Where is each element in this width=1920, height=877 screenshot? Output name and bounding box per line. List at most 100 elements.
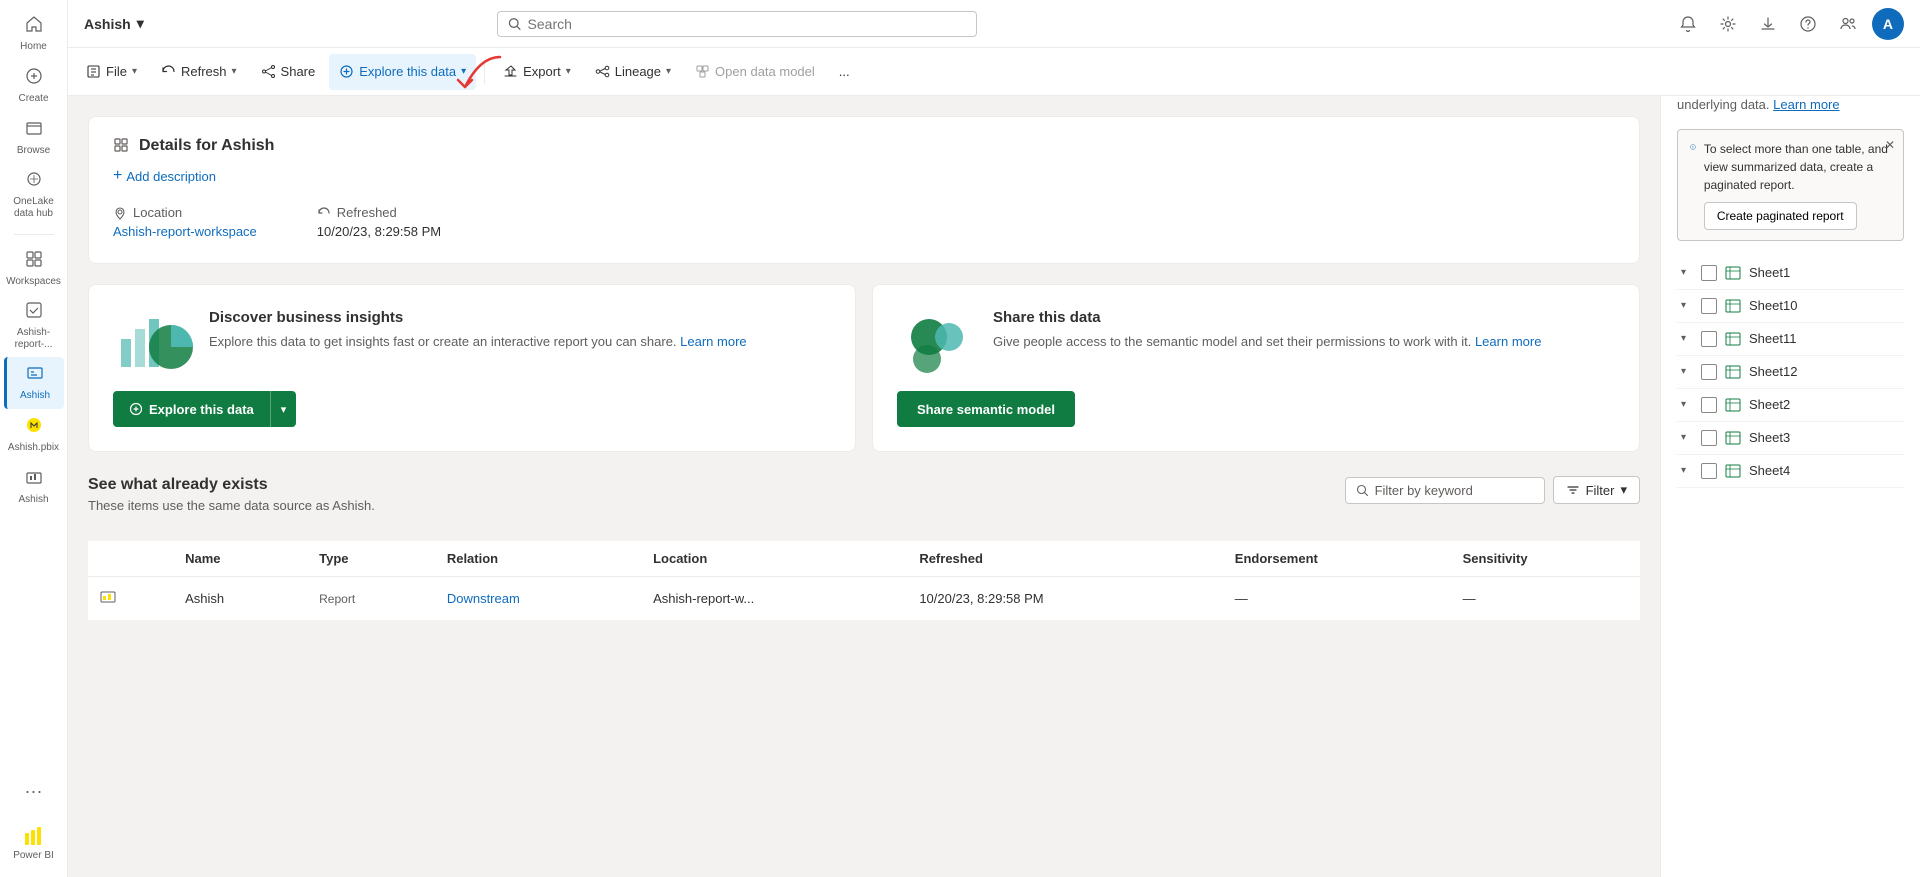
settings-button[interactable]	[1712, 8, 1744, 40]
col-name: Name	[173, 541, 307, 577]
table-icon	[1725, 298, 1741, 314]
filter-icon	[1566, 483, 1580, 497]
sidebar-bottom: ··· Power BI	[4, 765, 64, 869]
file-chevron: ▾	[132, 66, 137, 77]
filter-button[interactable]: Filter ▾	[1553, 476, 1640, 504]
notifications-button[interactable]	[1672, 8, 1704, 40]
sheet-item-7[interactable]: ▾ Sheet4	[1677, 455, 1904, 488]
sidebar-item-report-label: Ashish-report-...	[8, 327, 60, 351]
share-learn-more[interactable]: Learn more	[1475, 334, 1541, 349]
sidebar-item-ashish[interactable]: Ashish	[4, 357, 64, 409]
row-icon	[88, 577, 173, 621]
more-button[interactable]: ...	[829, 54, 860, 90]
table-icon	[1725, 463, 1741, 479]
more-label: ...	[839, 64, 850, 79]
keyword-filter[interactable]: Filter by keyword	[1345, 477, 1545, 504]
chevron-icon: ▾	[1681, 300, 1693, 311]
chevron-icon: ▾	[1681, 432, 1693, 443]
sheet-checkbox[interactable]	[1701, 463, 1717, 479]
share-card-title: Share this data	[993, 309, 1541, 326]
more-icon: ···	[25, 781, 43, 802]
sheet-list: ▾ Sheet1 ▾ Sheet10 ▾ Sheet11	[1677, 257, 1904, 488]
share-model-button[interactable]: Share semantic model	[897, 391, 1075, 427]
discover-learn-more[interactable]: Learn more	[680, 334, 746, 349]
search-input[interactable]	[528, 16, 967, 32]
sidebar-item-create[interactable]: Create	[4, 60, 64, 112]
add-description-btn[interactable]: + Add description	[113, 167, 1615, 185]
explore-data-chevron[interactable]: ▾	[270, 391, 297, 427]
relation-link: Downstream	[447, 591, 520, 606]
file-button[interactable]: File ▾	[76, 54, 147, 90]
info-box-close-button[interactable]: ✕	[1885, 136, 1895, 154]
table-icon	[1725, 364, 1741, 380]
sheet-checkbox[interactable]	[1701, 265, 1717, 281]
panel-learn-more[interactable]: Learn more	[1773, 97, 1839, 112]
explore-btn-icon	[129, 402, 143, 416]
create-paginated-report-button[interactable]: Create paginated report	[1704, 202, 1857, 230]
sidebar-more[interactable]: ···	[4, 765, 64, 817]
sheet-item-2[interactable]: ▾ Sheet10	[1677, 290, 1904, 323]
discover-card-desc: Explore this data to get insights fast o…	[209, 332, 747, 352]
sidebar-item-ashish2[interactable]: Ashish	[4, 461, 64, 513]
help-button[interactable]	[1792, 8, 1824, 40]
people-button[interactable]	[1832, 8, 1864, 40]
col-endorsement: Endorsement	[1223, 541, 1451, 577]
pbix-icon	[25, 416, 43, 439]
sheet-name-7: Sheet4	[1749, 463, 1790, 478]
sheet-item-1[interactable]: ▾ Sheet1	[1677, 257, 1904, 290]
export-button[interactable]: Export ▾	[493, 54, 581, 90]
data-table: Name Type Relation Location Refreshed En…	[88, 541, 1640, 621]
type-badge: Report	[319, 592, 355, 606]
sidebar-item-browse[interactable]: Browse	[4, 112, 64, 164]
ashish-icon	[26, 364, 44, 387]
sidebar-item-workspaces[interactable]: Workspaces	[4, 243, 64, 295]
sidebar-item-browse-label: Browse	[17, 145, 50, 157]
sheet-item-3[interactable]: ▾ Sheet11	[1677, 323, 1904, 356]
sidebar-item-ashish-pbix[interactable]: Ashish.pbix	[4, 409, 64, 461]
info-icon	[1690, 140, 1696, 154]
sheet-item-4[interactable]: ▾ Sheet12	[1677, 356, 1904, 389]
table-icon	[1725, 397, 1741, 413]
sheet-checkbox[interactable]	[1701, 430, 1717, 446]
topbar: Ashish ▾	[68, 0, 1920, 48]
export-chevron: ▾	[566, 66, 571, 77]
share-button[interactable]: Share	[251, 54, 326, 90]
explore-data-button[interactable]: Explore this data	[113, 391, 270, 427]
sidebar-item-onelake[interactable]: OneLake data hub	[4, 164, 64, 226]
sidebar: Home Create Browse OneLake data hub	[0, 0, 68, 877]
topbar-brand[interactable]: Ashish ▾	[84, 15, 144, 32]
lineage-button[interactable]: Lineage ▾	[585, 54, 681, 90]
file-label: File	[106, 64, 127, 79]
open-model-button[interactable]: Open data model	[685, 54, 825, 90]
avatar[interactable]: A	[1872, 8, 1904, 40]
export-icon	[503, 64, 518, 79]
table-row[interactable]: Ashish Report Downstream Ashish-report-w…	[88, 577, 1640, 621]
lineage-icon	[595, 64, 610, 79]
sidebar-item-report[interactable]: Ashish-report-...	[4, 295, 64, 357]
lineage-label: Lineage	[615, 64, 661, 79]
table-icon	[1725, 265, 1741, 281]
filter-label: Filter	[1586, 483, 1615, 498]
location-value[interactable]: Ashish-report-workspace	[113, 224, 257, 239]
sheet-checkbox[interactable]	[1701, 331, 1717, 347]
row-location: Ashish-report-w...	[641, 577, 907, 621]
sheet-checkbox[interactable]	[1701, 298, 1717, 314]
refresh-button[interactable]: Refresh ▾	[151, 54, 247, 90]
explore-button[interactable]: Explore this data ▾	[329, 54, 476, 90]
row-sensitivity: —	[1451, 577, 1640, 621]
file-icon	[86, 64, 101, 79]
search-box[interactable]	[497, 11, 977, 37]
explore-label: Explore this data	[359, 64, 456, 79]
sheet-item-6[interactable]: ▾ Sheet3	[1677, 422, 1904, 455]
info-box: To select more than one table, and view …	[1677, 129, 1904, 241]
download-button[interactable]	[1752, 8, 1784, 40]
exists-section-header: See what already exists These items use …	[88, 476, 375, 529]
sheet-checkbox[interactable]	[1701, 397, 1717, 413]
location-label: Location	[113, 205, 257, 220]
lineage-chevron: ▾	[666, 66, 671, 77]
sidebar-item-home[interactable]: Home	[4, 8, 64, 60]
sheet-item-5[interactable]: ▾ Sheet2	[1677, 389, 1904, 422]
action-cards: Discover business insights Explore this …	[88, 284, 1640, 452]
sheet-checkbox[interactable]	[1701, 364, 1717, 380]
sidebar-item-onelake-label: OneLake data hub	[8, 196, 60, 220]
